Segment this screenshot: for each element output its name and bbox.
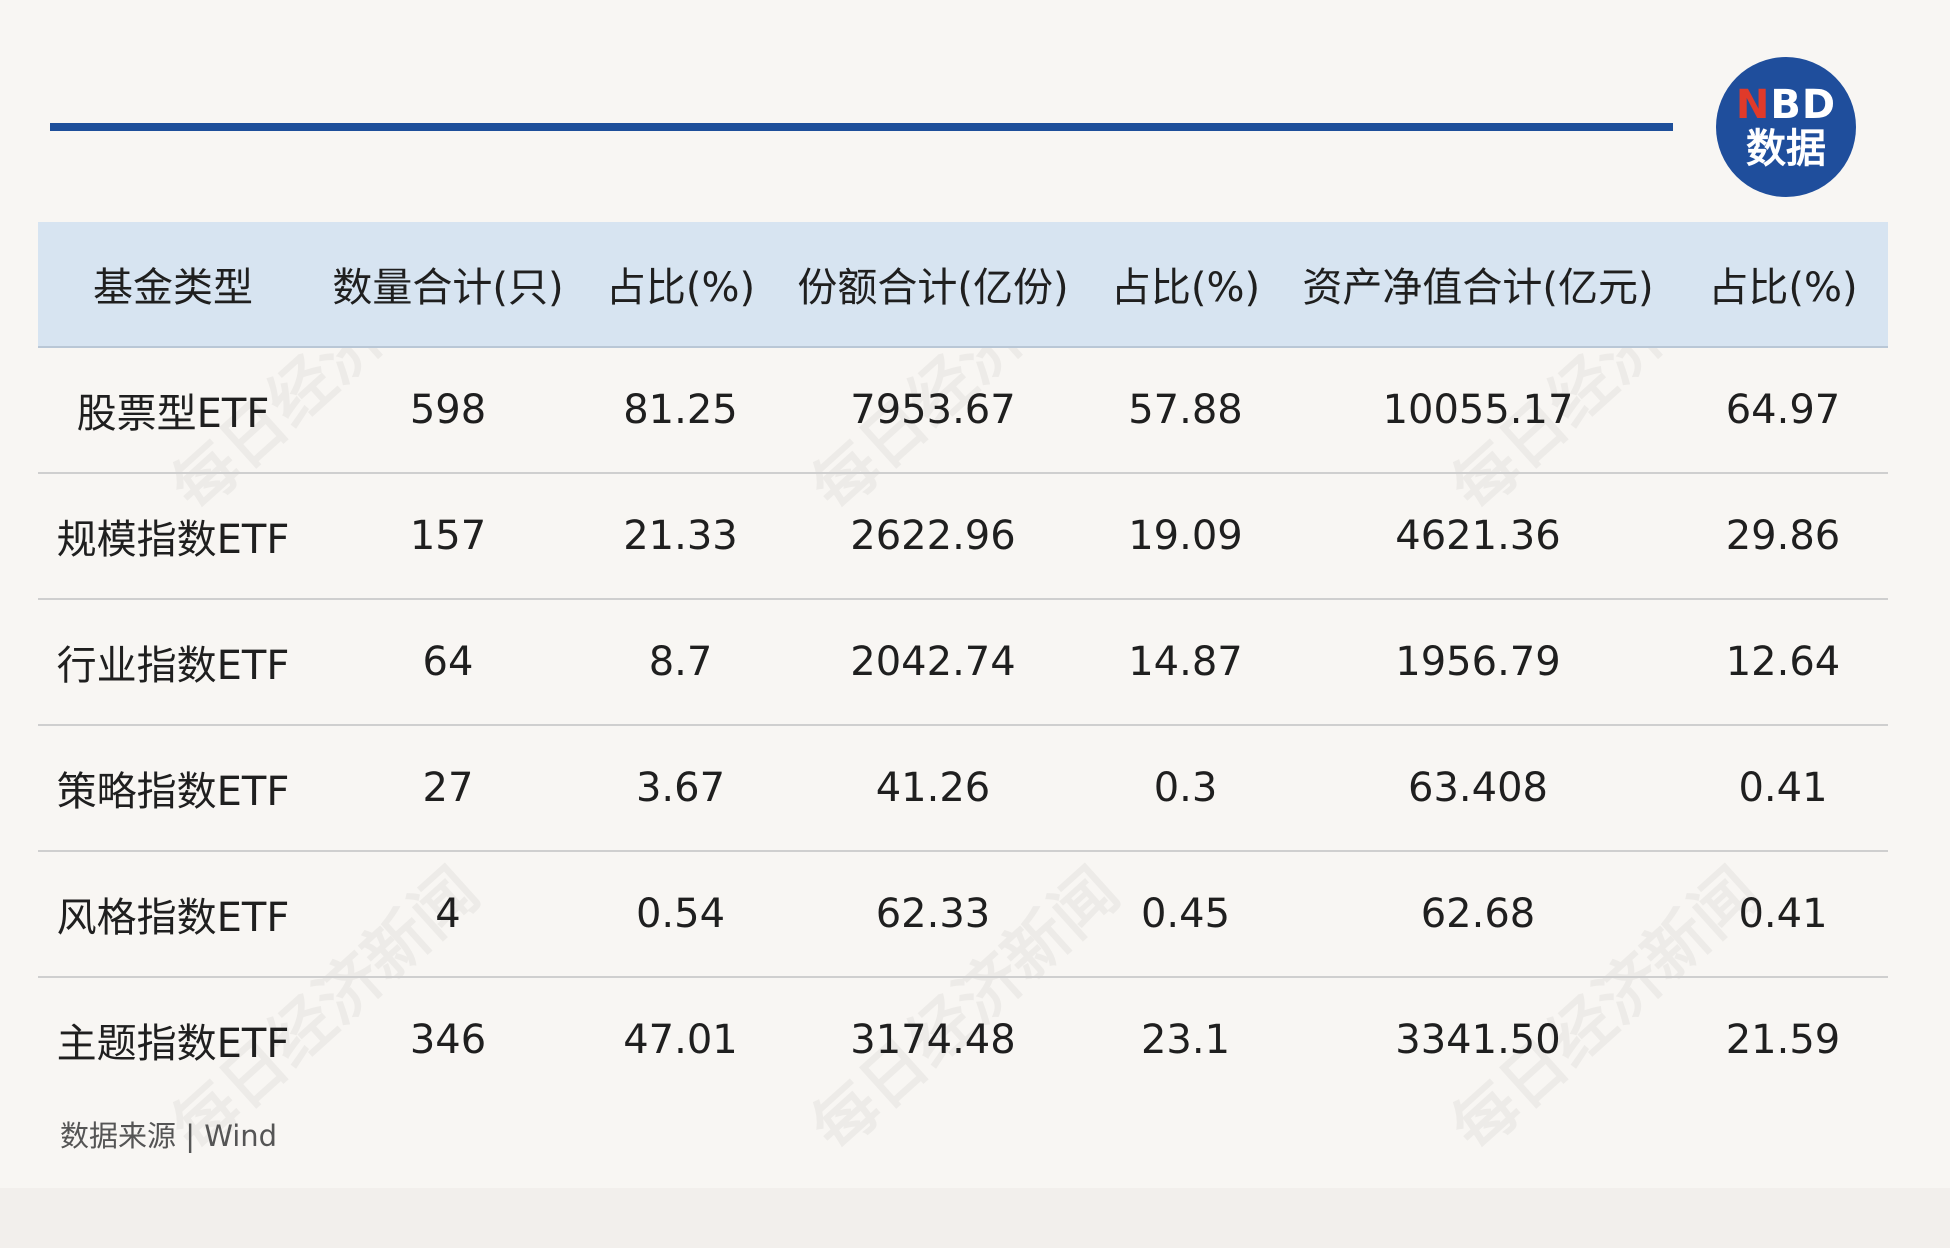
cell-nav-share: 64.97: [1725, 387, 1841, 433]
nbd-logo: NBD 数据: [1716, 57, 1856, 197]
cell-count: 4: [435, 891, 461, 937]
cell-nav: 63.408: [1408, 765, 1548, 811]
cell-count: 27: [422, 765, 474, 811]
cell-fund-type: 策略指数ETF: [56, 769, 290, 815]
header-count-share: 占比(%): [605, 265, 756, 311]
cell-nav: 1956.79: [1395, 639, 1561, 685]
cell-count: 157: [409, 513, 487, 559]
cell-nav-share: 0.41: [1738, 891, 1828, 937]
table-row: 行业指数ETF 64 8.7 2042.74 14.87 1956.79 12.…: [38, 600, 1888, 726]
table-row: 策略指数ETF 27 3.67 41.26 0.3 63.408 0.41: [38, 726, 1888, 852]
cell-units-share: 14.87: [1128, 639, 1243, 685]
cell-units-share: 57.88: [1128, 387, 1243, 433]
cell-count-share: 81.25: [623, 387, 738, 433]
etf-summary-table: 基金类型 数量合计(只) 占比(%) 份额合计(亿份) 占比(%) 资产净值合计…: [38, 222, 1888, 1102]
cell-count-share: 21.33: [623, 513, 738, 559]
header-count: 数量合计(只): [332, 265, 564, 311]
cell-fund-type: 主题指数ETF: [56, 1021, 290, 1067]
cell-count-share: 0.54: [635, 891, 726, 937]
logo-letters-bd: BD: [1770, 82, 1837, 128]
cell-nav: 3341.50: [1395, 1017, 1561, 1063]
table-row: 规模指数ETF 157 21.33 2622.96 19.09 4621.36 …: [38, 474, 1888, 600]
cell-units: 62.33: [875, 891, 991, 937]
cell-count: 598: [409, 387, 487, 433]
cell-count-share: 47.01: [623, 1017, 738, 1063]
cell-fund-type: 风格指数ETF: [56, 895, 290, 941]
cell-nav: 10055.17: [1382, 387, 1574, 433]
header-nav: 资产净值合计(亿元): [1302, 265, 1654, 311]
cell-units: 7953.67: [850, 387, 1016, 433]
cell-count-share: 8.7: [648, 639, 713, 685]
logo-data-text: 数据: [1746, 126, 1826, 172]
header-units-share: 占比(%): [1110, 265, 1261, 311]
cell-nav-share: 21.59: [1725, 1017, 1841, 1063]
cell-units-share: 0.3: [1153, 765, 1218, 811]
cell-fund-type: 规模指数ETF: [56, 517, 290, 563]
cell-nav-share: 29.86: [1725, 513, 1841, 559]
top-divider-line: [50, 123, 1673, 131]
cell-units: 2622.96: [850, 513, 1016, 559]
table-row: 股票型ETF 598 81.25 7953.67 57.88 10055.17 …: [38, 348, 1888, 474]
cell-units-share: 19.09: [1128, 513, 1243, 559]
table-row: 风格指数ETF 4 0.54 62.33 0.45 62.68 0.41: [38, 852, 1888, 978]
bottom-strip: [0, 1188, 1950, 1248]
header-nav-share: 占比(%): [1708, 265, 1858, 311]
header-units: 份额合计(亿份): [797, 265, 1069, 311]
table-row: 主题指数ETF 346 47.01 3174.48 23.1 3341.50 2…: [38, 978, 1888, 1102]
cell-units-share: 23.1: [1140, 1017, 1231, 1063]
cell-nav-share: 12.64: [1725, 639, 1841, 685]
cell-count: 346: [409, 1017, 487, 1063]
cell-nav-share: 0.41: [1738, 765, 1828, 811]
cell-fund-type: 行业指数ETF: [56, 643, 290, 689]
cell-units-share: 0.45: [1140, 891, 1231, 937]
logo-letter-n: N: [1735, 82, 1771, 128]
header-fund-type: 基金类型: [93, 265, 253, 311]
table-header-row: 基金类型 数量合计(只) 占比(%) 份额合计(亿份) 占比(%) 资产净值合计…: [38, 222, 1888, 348]
cell-count: 64: [422, 639, 474, 685]
data-source-note: 数据来源 | Wind: [60, 1119, 278, 1153]
cell-nav: 4621.36: [1395, 513, 1561, 559]
cell-units: 41.26: [875, 765, 991, 811]
cell-units: 2042.74: [850, 639, 1016, 685]
cell-units: 3174.48: [850, 1017, 1016, 1063]
cell-nav: 62.68: [1420, 891, 1536, 937]
cell-count-share: 3.67: [635, 765, 726, 811]
cell-fund-type: 股票型ETF: [76, 391, 270, 437]
